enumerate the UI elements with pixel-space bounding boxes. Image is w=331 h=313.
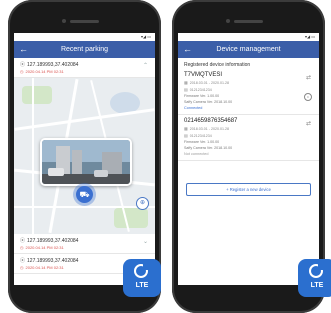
register-device-button[interactable]: + Register a new device (186, 183, 311, 196)
device-name: T7VMQTVESI (184, 72, 223, 78)
coordinates-text: 127.189993,37.402084 (27, 61, 79, 68)
coordinates-text: 127.189993,37.402084 (27, 237, 79, 244)
parking-map[interactable]: ⛟ ⊕ (14, 78, 155, 234)
device-name: 0214659876354687 (184, 118, 238, 124)
lte-badge: LTE (298, 259, 331, 297)
earpiece-speaker (234, 20, 263, 23)
lte-label: LTE (135, 282, 149, 289)
firmware-version: Firmware Ver. 1.00.00 (184, 140, 220, 144)
device-id: 01212341234 (189, 133, 212, 138)
device-date: 2018.03.01 - 2020.01.28 (189, 126, 229, 131)
parking-coordinates: ⦿ 127.189993,37.402084 (20, 61, 149, 69)
front-camera (62, 19, 66, 23)
id-icon: ▤ (184, 133, 188, 138)
chevron-down-icon[interactable]: ⌄ (143, 238, 148, 245)
device-management-screen: ▾◢ ▭ ← Device management Registered devi… (178, 33, 319, 285)
map-road (14, 206, 155, 208)
status-bar: ▾◢ ▭ (14, 33, 155, 41)
clock-icon: ◷ (20, 265, 24, 270)
page-title: Device management (216, 46, 281, 53)
page-title: Recent parking (60, 46, 109, 53)
recent-parking-screen: ▾◢ ▭ ← Recent parking ⦿ 127.189993,37.40… (14, 33, 155, 285)
clock-icon: ◷ (20, 69, 24, 74)
earpiece-speaker (70, 20, 99, 23)
swap-icon[interactable]: ⇄ (306, 74, 311, 81)
map-road (14, 108, 155, 131)
camera-version: Saffy Camera Ver. 2018.10.00 (184, 100, 233, 104)
device-card[interactable]: T7VMQTVESI ▦ 2018.03.01 - 2020.01.28 ▤ 0… (178, 69, 319, 115)
lte-label: LTE (310, 282, 324, 289)
parked-car-marker-icon[interactable]: ⛟ (76, 186, 93, 203)
dashcam-snapshot-preview[interactable] (40, 138, 132, 186)
connection-status: Connected (184, 106, 203, 110)
app-bar: ← Device management (178, 41, 319, 58)
parking-entry[interactable]: ⦿ 127.189993,37.402084 ◷ 2020.04.14 PM 0… (14, 58, 155, 78)
coordinates-text: 127.189993,37.402084 (27, 257, 79, 264)
device-date: 2018.03.01 - 2020.01.28 (189, 80, 229, 85)
location-pin-icon: ⦿ (20, 258, 26, 264)
device-card[interactable]: 0214659876354687 ▦ 2018.03.01 - 2020.01.… (178, 115, 319, 161)
status-bar: ▾◢ ▭ (178, 33, 319, 41)
id-icon: ▤ (184, 87, 188, 92)
chevron-up-icon[interactable]: ⌃ (143, 62, 148, 69)
front-camera (226, 19, 230, 23)
location-pin-icon: ⦿ (20, 62, 26, 68)
section-heading: Registered device information (184, 62, 251, 68)
parking-entry[interactable]: ⦿ 127.189993,37.402084 ◷ 2020.04.14 PM 0… (14, 234, 155, 254)
map-park-area (22, 86, 52, 104)
device-id: 01212341234 (189, 87, 212, 92)
map-road (32, 78, 34, 234)
clock-icon: ◷ (20, 245, 24, 250)
calendar-icon: ▦ (184, 80, 188, 85)
time-text: 2020.04.14 PM 02:31 (25, 69, 64, 74)
firmware-version: Firmware Ver. 1.00.00 (184, 94, 220, 98)
location-pin-icon: ⦿ (20, 238, 26, 244)
app-bar: ← Recent parking (14, 41, 155, 58)
map-zoom-icon[interactable]: ⊕ (136, 197, 149, 210)
more-options-icon[interactable]: • (304, 93, 312, 101)
swap-icon[interactable]: ⇄ (306, 120, 311, 127)
map-park-area (114, 208, 148, 228)
time-text: 2020.04.14 PM 02:31 (25, 245, 64, 250)
connection-status: Not connected (184, 152, 209, 156)
calendar-icon: ▦ (184, 126, 188, 131)
lte-badge: LTE (123, 259, 161, 297)
time-text: 2020.04.14 PM 02:31 (25, 265, 64, 270)
parking-time: ◷ 2020.04.14 PM 02:31 (20, 69, 149, 74)
camera-version: Saffy Camera Ver. 2018.10.00 (184, 146, 233, 150)
